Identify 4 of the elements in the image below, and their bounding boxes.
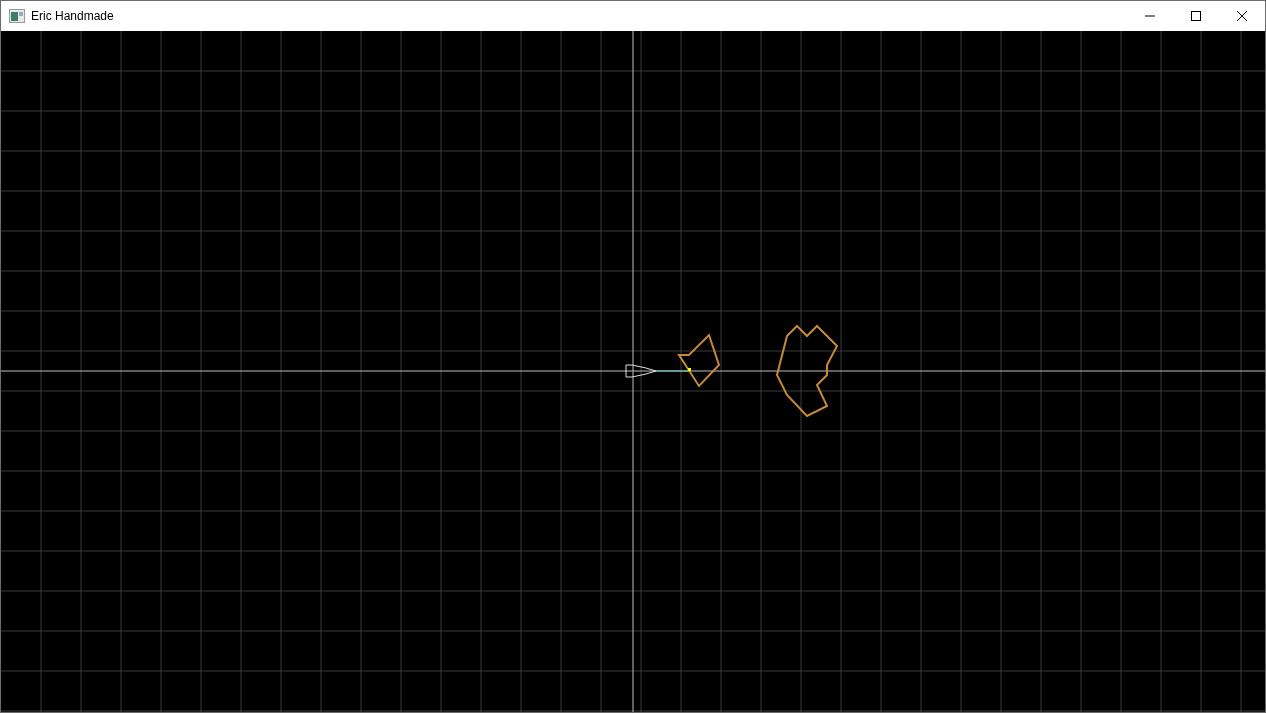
app-icon <box>9 9 25 23</box>
maximize-icon <box>1191 11 1201 21</box>
close-icon <box>1237 11 1247 21</box>
window-title: Eric Handmade <box>31 8 114 25</box>
